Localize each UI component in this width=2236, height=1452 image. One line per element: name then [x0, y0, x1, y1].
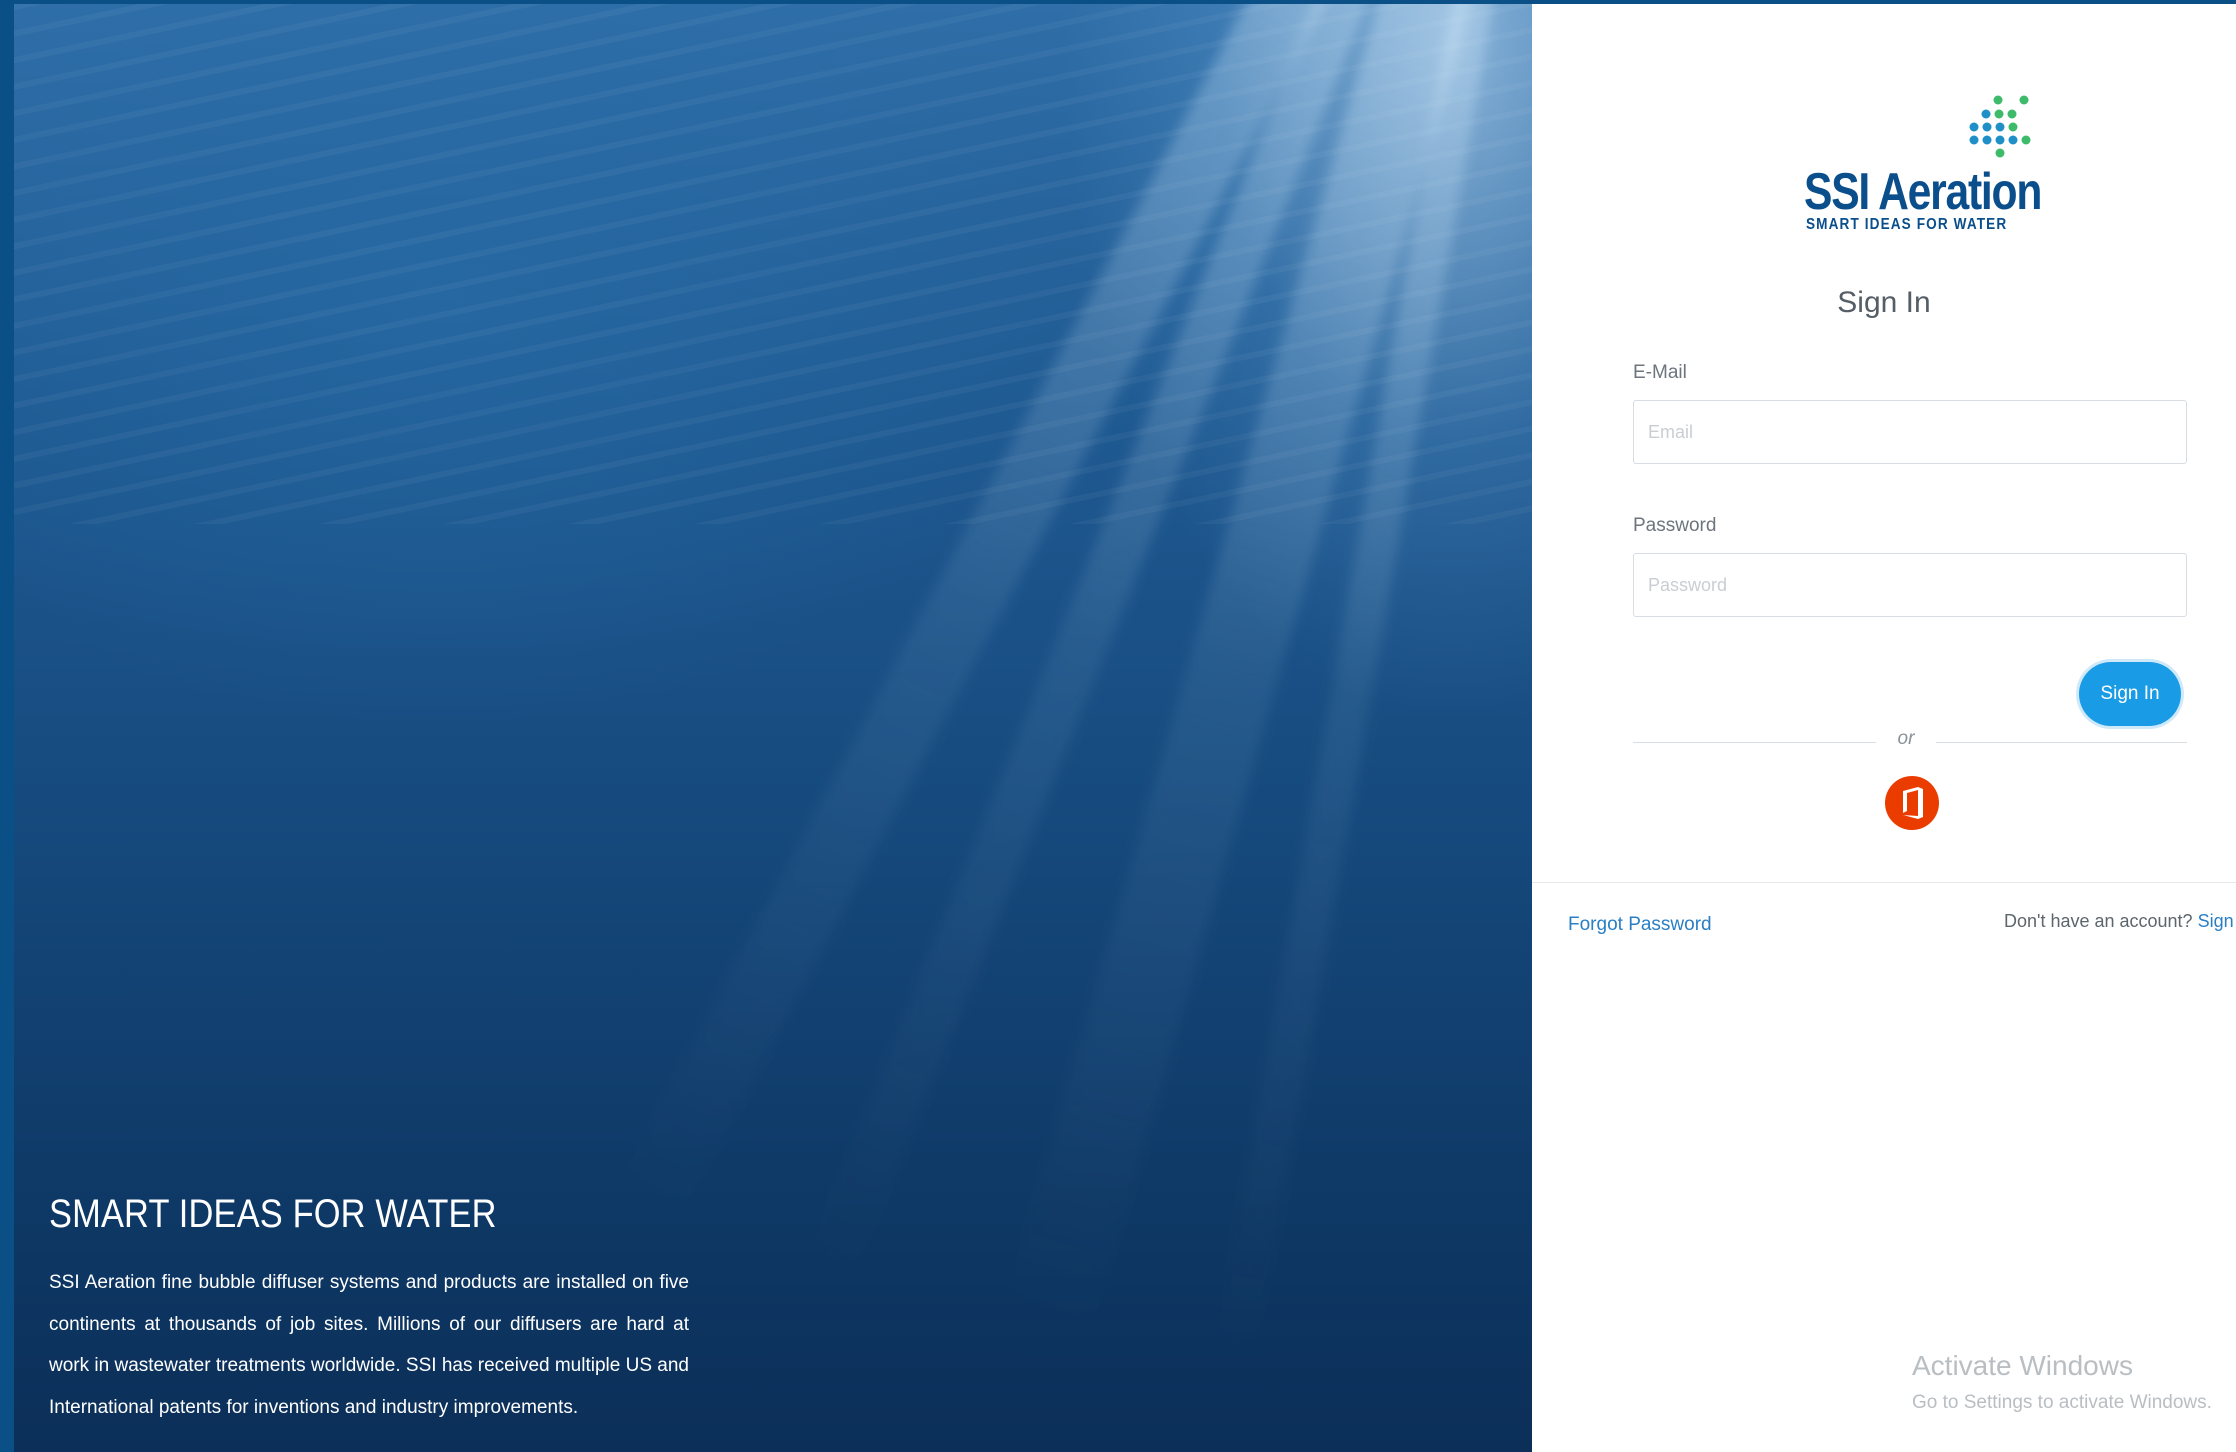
activate-windows-title: Activate Windows — [1912, 1350, 2133, 1381]
password-label: Password — [1633, 515, 1717, 536]
signup-link[interactable]: Sign Up N — [2198, 911, 2236, 931]
signin-panel: SSI Aeration SMART IDEAS FOR WATER Sign … — [1532, 4, 2236, 1452]
email-label: E-Mail — [1633, 362, 1687, 383]
hero-panel: SMART IDEAS FOR WATER SSI Aeration fine … — [14, 4, 1532, 1452]
ssi-aeration-logo: SSI Aeration SMART IDEAS FOR WATER — [1804, 94, 2042, 234]
logo-brand: SSI Aeration — [1804, 163, 2042, 221]
signin-button[interactable]: Sign In — [2079, 662, 2181, 726]
hero-title: SMART IDEAS FOR WATER — [49, 1192, 497, 1236]
or-label: or — [1876, 728, 1936, 750]
signin-title: Sign In — [1837, 286, 1931, 319]
signup-prompt: Don't have an account? Sign Up N — [2004, 911, 2236, 932]
no-account-text: Don't have an account? — [2004, 911, 2193, 931]
email-input[interactable] — [1633, 400, 2187, 464]
password-input[interactable] — [1633, 553, 2187, 617]
forgot-password-link[interactable]: Forgot Password — [1568, 914, 1712, 936]
microsoft-office-icon — [1903, 787, 1923, 819]
activate-windows-subtitle: Go to Settings to activate Windows. — [1912, 1392, 2212, 1413]
logo-tagline: SMART IDEAS FOR WATER — [1806, 216, 2008, 233]
footer-separator — [1532, 882, 2236, 883]
hero-description: SSI Aeration fine bubble diffuser system… — [49, 1272, 689, 1418]
office-signin-button[interactable] — [1885, 776, 1939, 830]
